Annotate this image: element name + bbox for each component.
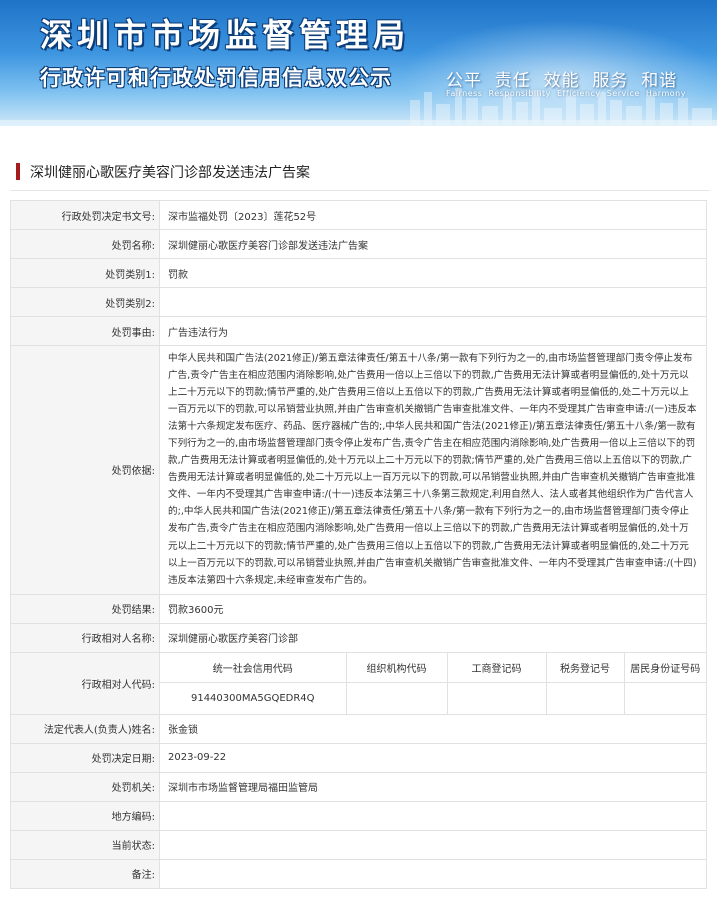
decision-date-value: 2023-09-22	[159, 742, 707, 773]
category2-label: 处罚类别2:	[10, 287, 160, 317]
penalty-info-table: 行政处罚决定书文号: 深市监福处罚〔2023〕莲花52号 处罚名称: 深圳健丽心…	[10, 200, 707, 889]
local-code-label: 地方编码:	[10, 800, 160, 831]
basis-value: 中华人民共和国广告法(2021修正)/第五章法律责任/第五十八条/第一款有下列行…	[159, 345, 707, 595]
category1-value: 罚款	[159, 258, 707, 288]
status-label: 当前状态:	[10, 829, 160, 860]
decision-no-value: 深市监福处罚〔2023〕莲花52号	[159, 200, 707, 230]
decision-no-label: 行政处罚决定书文号:	[10, 200, 160, 230]
status-value	[159, 829, 707, 860]
agency-title: 深圳市市场监督管理局	[40, 16, 411, 54]
banner-values-chinese: 公平 责任 效能 服务 和谐	[446, 71, 678, 91]
business-reg-value	[447, 682, 547, 714]
row-category1: 处罚类别1: 罚款	[10, 258, 707, 288]
row-local-code: 地方编码:	[10, 800, 707, 831]
tax-reg-value	[546, 682, 625, 714]
authority-label: 处罚机关:	[10, 771, 160, 802]
code-value-row: 91440300MA5GQEDR4Q	[160, 682, 706, 714]
credit-code-value: 91440300MA5GQEDR4Q	[160, 682, 347, 714]
row-authority: 处罚机关: 深圳市市场监督管理局福田监管局	[10, 771, 707, 802]
local-code-value	[159, 800, 707, 831]
row-basis: 处罚依据: 中华人民共和国广告法(2021修正)/第五章法律责任/第五十八条/第…	[10, 345, 707, 595]
row-category2: 处罚类别2:	[10, 287, 707, 317]
row-decision-no: 行政处罚决定书文号: 深市监福处罚〔2023〕莲花52号	[10, 200, 707, 230]
banner-subtitle: 行政许可和行政处罚信用信息双公示	[40, 66, 392, 90]
code-header: 工商登记码	[447, 652, 547, 684]
category1-label: 处罚类别1:	[10, 258, 160, 288]
row-result: 处罚结果: 罚款3600元	[10, 593, 707, 624]
id-number-value	[624, 683, 706, 714]
header-banner: 深圳市市场监督管理局 行政许可和行政处罚信用信息双公示 公平 责任 效能 服务 …	[0, 0, 717, 126]
row-remarks: 备注:	[10, 858, 707, 889]
heading-accent-bar	[16, 163, 20, 180]
counterpart-name-value: 深圳健丽心歌医疗美容门诊部	[159, 622, 707, 653]
remarks-value	[159, 858, 707, 889]
case-title: 深圳健丽心歌医疗美容门诊部发送违法广告案	[30, 165, 310, 181]
legal-rep-label: 法定代表人(负责人)姓名:	[10, 713, 160, 744]
code-header-row: 统一社会信用代码 组织机构代码 工商登记码 税务登记号 居民身份证号码	[160, 652, 706, 684]
row-decision-date: 处罚决定日期: 2023-09-22	[10, 742, 707, 773]
basis-label: 处罚依据:	[10, 345, 160, 595]
penalty-name-value: 深圳健丽心歌医疗美容门诊部发送违法广告案	[159, 229, 707, 259]
case-heading: 深圳健丽心歌医疗美容门诊部发送违法广告案	[10, 156, 710, 191]
code-header: 组织机构代码	[346, 652, 448, 684]
code-header: 税务登记号	[546, 652, 625, 684]
row-status: 当前状态:	[10, 829, 707, 860]
banner-values-english: Fairness Responsibility Efficiency Servi…	[446, 89, 686, 98]
row-legal-rep: 法定代表人(负责人)姓名: 张金锁	[10, 713, 707, 744]
remarks-label: 备注:	[10, 858, 160, 889]
row-reason: 处罚事由: 广告违法行为	[10, 316, 707, 346]
reason-value: 广告违法行为	[159, 316, 707, 346]
category2-value	[159, 287, 707, 317]
result-label: 处罚结果:	[10, 593, 160, 624]
decision-date-label: 处罚决定日期:	[10, 742, 160, 773]
legal-rep-value: 张金锁	[159, 713, 707, 744]
row-counterpart-code: 行政相对人代码: 统一社会信用代码 组织机构代码 工商登记码 税务登记号 居民身…	[10, 651, 707, 715]
counterpart-code-label: 行政相对人代码:	[10, 651, 160, 715]
counterpart-code-table: 统一社会信用代码 组织机构代码 工商登记码 税务登记号 居民身份证号码 9144…	[160, 652, 706, 714]
reason-label: 处罚事由:	[10, 316, 160, 346]
counterpart-code-cell: 统一社会信用代码 组织机构代码 工商登记码 税务登记号 居民身份证号码 9144…	[159, 651, 707, 715]
result-value: 罚款3600元	[159, 593, 707, 624]
counterpart-name-label: 行政相对人名称:	[10, 622, 160, 653]
row-penalty-name: 处罚名称: 深圳健丽心歌医疗美容门诊部发送违法广告案	[10, 229, 707, 259]
org-code-value	[346, 682, 448, 714]
code-header: 统一社会信用代码	[160, 652, 347, 684]
row-counterpart-name: 行政相对人名称: 深圳健丽心歌医疗美容门诊部	[10, 622, 707, 653]
code-header: 居民身份证号码	[624, 652, 706, 684]
penalty-name-label: 处罚名称:	[10, 229, 160, 259]
authority-value: 深圳市市场监督管理局福田监管局	[159, 771, 707, 802]
